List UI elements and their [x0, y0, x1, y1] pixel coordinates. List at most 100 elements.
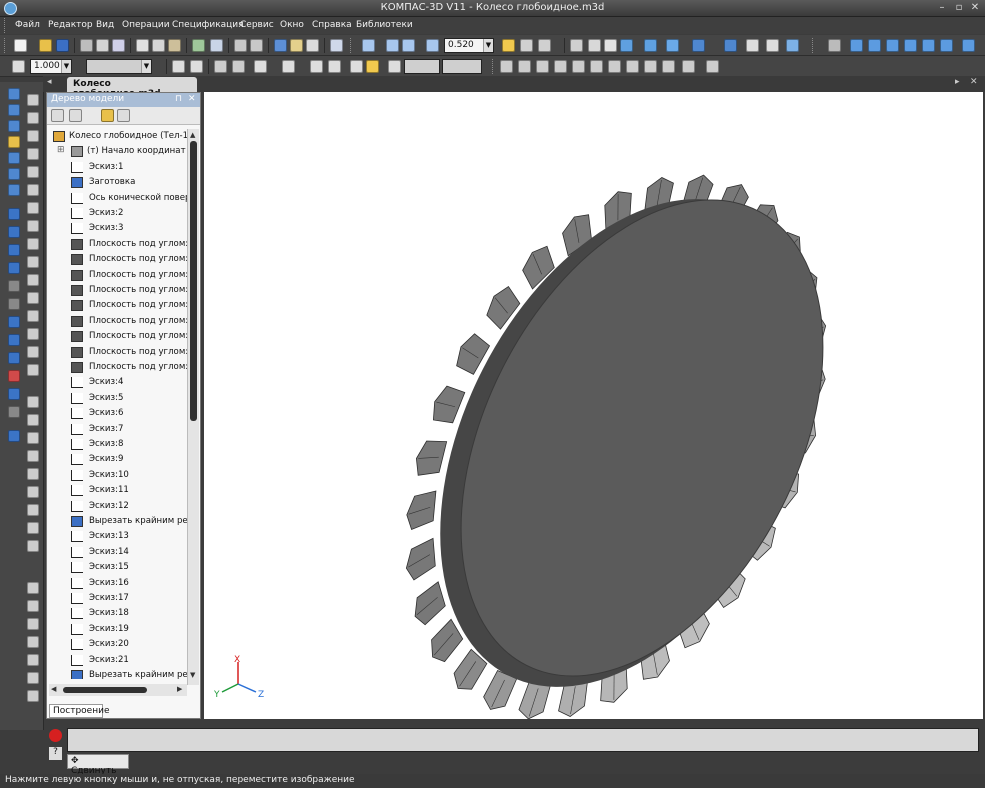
pan-icon[interactable]: [502, 39, 515, 52]
shaded-icon[interactable]: [620, 39, 633, 52]
dimensions-icon[interactable]: [746, 39, 759, 52]
chevron-down-icon[interactable]: ▼: [483, 39, 493, 52]
save-icon[interactable]: [56, 39, 69, 52]
filter-tool-icon[interactable]: [8, 184, 20, 196]
grip-handle[interactable]: [4, 18, 7, 33]
tree-item[interactable]: Плоскость под углом:2: [47, 252, 187, 267]
array-tool-icon[interactable]: [8, 136, 20, 148]
select-all-icon[interactable]: [190, 60, 203, 73]
tree-item[interactable]: Эскиз:11: [47, 483, 187, 498]
chamfer-icon[interactable]: [8, 334, 20, 346]
offset-icon[interactable]: [27, 310, 39, 322]
tree-item[interactable]: Эскиз:1: [47, 160, 187, 175]
ortho-icon[interactable]: [254, 60, 267, 73]
help-pointer-icon[interactable]: [330, 39, 343, 52]
arc-icon[interactable]: [27, 148, 39, 160]
coords-active-icon[interactable]: [366, 60, 379, 73]
gear-model[interactable]: X Z Y: [204, 92, 983, 720]
move-2d-icon[interactable]: [27, 396, 39, 408]
tree-item[interactable]: Эскиз:10: [47, 468, 187, 483]
copy-icon[interactable]: [152, 39, 165, 52]
eraser-icon[interactable]: [232, 60, 245, 73]
grid-dots-icon[interactable]: [282, 60, 295, 73]
tree-item[interactable]: Эскиз:15: [47, 560, 187, 575]
tree-item[interactable]: Плоскость под углом:6: [47, 314, 187, 329]
open-folder-icon[interactable]: [39, 39, 52, 52]
tree-item[interactable]: Ось конической поверх: [47, 191, 187, 206]
tree-filter-icon[interactable]: [101, 109, 114, 122]
scroll-up-icon[interactable]: ▲: [190, 131, 198, 139]
chevron-down-icon[interactable]: ▼: [141, 60, 151, 73]
properties-icon[interactable]: [112, 39, 125, 52]
shell-icon[interactable]: [8, 352, 20, 364]
fillet-2d-icon[interactable]: [27, 274, 39, 286]
tree-item[interactable]: Эскиз:21: [47, 653, 187, 668]
variables-fx-icon[interactable]: [306, 39, 319, 52]
tree-item[interactable]: Плоскость под углом:1: [47, 237, 187, 252]
scroll-right-icon[interactable]: ▶: [177, 685, 182, 693]
tree-item[interactable]: Эскиз:12: [47, 499, 187, 514]
move-tab[interactable]: ✥ Сдвинуть: [67, 754, 129, 776]
close-icon[interactable]: ✕: [968, 2, 982, 14]
panel-close-icon[interactable]: ✕: [188, 94, 196, 104]
center-snap-icon[interactable]: [644, 60, 657, 73]
tree-item[interactable]: Эскиз:13: [47, 529, 187, 544]
tree-horizontal-scrollbar[interactable]: ◀ ▶: [49, 684, 187, 696]
mirror-icon[interactable]: [8, 370, 20, 382]
cut-tool-icon[interactable]: [136, 39, 149, 52]
menu-operations[interactable]: Операции: [122, 20, 170, 30]
menu-service[interactable]: Сервис: [240, 20, 274, 30]
tree-item[interactable]: Эскиз:7: [47, 422, 187, 437]
minimize-icon[interactable]: –: [935, 2, 949, 14]
y-axis-icon[interactable]: [388, 60, 401, 73]
tab-scroll-right-icon[interactable]: ▸: [955, 77, 960, 87]
deform-icon[interactable]: [27, 486, 39, 498]
view-bottom-icon[interactable]: [922, 39, 935, 52]
snap-icon[interactable]: [724, 39, 737, 52]
menu-libraries[interactable]: Библиотеки: [356, 20, 413, 30]
zoom-window-icon[interactable]: [362, 39, 375, 52]
tree-item[interactable]: Плоскость под углом:5: [47, 298, 187, 313]
rotate-2d-icon[interactable]: [27, 414, 39, 426]
rotate-icon[interactable]: [520, 39, 533, 52]
rotate-90-icon[interactable]: [214, 60, 227, 73]
segment-icon[interactable]: [27, 112, 39, 124]
list-icon[interactable]: [210, 39, 223, 52]
scale-combo[interactable]: 1.000 ▼: [30, 59, 72, 74]
tree-view-mode-icon[interactable]: [69, 109, 82, 122]
tree-item[interactable]: Эскиз:6: [47, 406, 187, 421]
menu-file[interactable]: Файл: [15, 20, 40, 30]
surface-tool-icon[interactable]: [8, 120, 20, 132]
ellipse-icon[interactable]: [27, 166, 39, 178]
tree-item[interactable]: Эскиз:18: [47, 606, 187, 621]
x-coord-field[interactable]: [404, 59, 440, 74]
rectangle-icon[interactable]: [27, 220, 39, 232]
tab-document[interactable]: Колесо глобоидное.m3d: [67, 77, 197, 99]
units-icon[interactable]: [328, 60, 341, 73]
horizontal-constraint-icon[interactable]: [27, 600, 39, 612]
paste-icon[interactable]: [168, 39, 181, 52]
shaded-edges-icon[interactable]: [644, 39, 657, 52]
tree-item[interactable]: Эскиз:17: [47, 591, 187, 606]
intersection-snap-icon[interactable]: [536, 60, 549, 73]
tree-item[interactable]: Эскиз:20: [47, 637, 187, 652]
parallel-constraint-icon[interactable]: [27, 636, 39, 648]
tangent-snap-icon[interactable]: [554, 60, 567, 73]
expand-icon[interactable]: ⊞: [57, 145, 65, 155]
lock-icon[interactable]: [766, 39, 779, 52]
hatch-icon[interactable]: [27, 328, 39, 340]
chevron-down-icon[interactable]: ▼: [61, 60, 71, 73]
tree-hscroll-thumb[interactable]: [63, 687, 147, 693]
extend-icon[interactable]: [27, 540, 39, 552]
tree-item[interactable]: Эскиз:8: [47, 437, 187, 452]
view-dimetric-icon[interactable]: [962, 39, 975, 52]
grip-handle[interactable]: [492, 59, 495, 74]
chamfer-2d-icon[interactable]: [27, 292, 39, 304]
tab-scroll-left-icon[interactable]: ◂: [47, 77, 52, 87]
rib-icon[interactable]: [8, 388, 20, 400]
tree-scroll-thumb[interactable]: [190, 141, 197, 421]
fillet-icon[interactable]: [8, 316, 20, 328]
scroll-left-icon[interactable]: ◀: [51, 685, 56, 693]
polyline-icon[interactable]: [27, 202, 39, 214]
thin-lines-icon[interactable]: [604, 39, 617, 52]
